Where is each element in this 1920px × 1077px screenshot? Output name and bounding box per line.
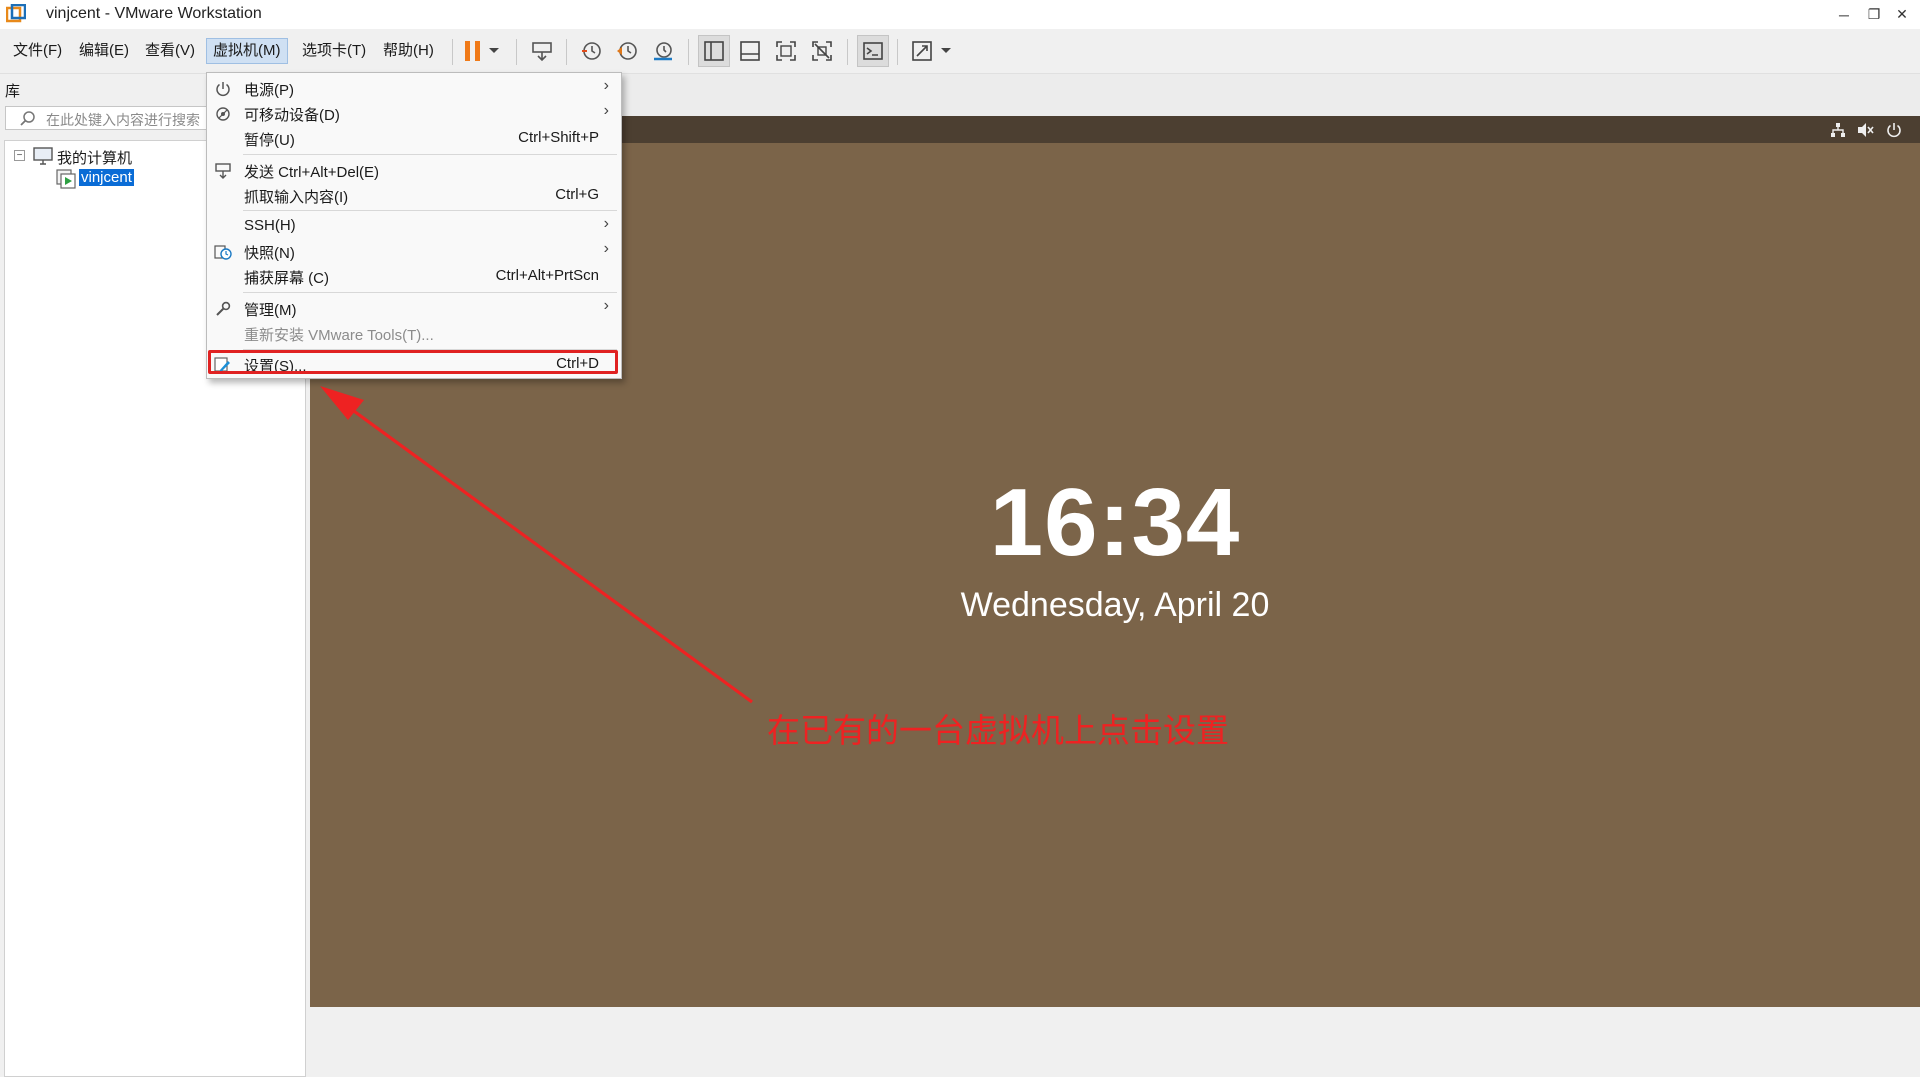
toolbar-separator: [897, 39, 898, 65]
menu-bar: 文件(F) 编辑(E) 查看(V) 虚拟机(M) 选项卡(T) 帮助(H): [0, 29, 1920, 74]
wrench-icon: [213, 299, 233, 319]
window-title: vinjcent - VMware Workstation: [46, 5, 262, 22]
toolbar-separator: [847, 39, 848, 65]
thumbnail-layout-icon: [740, 41, 760, 61]
toolbar-separator: [516, 39, 517, 65]
fullscreen-icon: [776, 41, 796, 61]
menu-item-reinstall-vmware-tools: 重新安装 VMware Tools(T)...: [207, 321, 621, 346]
send-keys-icon: [213, 161, 233, 181]
menu-item-label: 管理(M): [244, 302, 297, 319]
terminal-icon: [863, 42, 883, 60]
computer-icon: [33, 147, 53, 165]
lock-screen-time: 16:34: [989, 469, 1241, 576]
menu-item-capture-screen[interactable]: 捕获屏幕 (C) Ctrl+Alt+PrtScn: [207, 264, 621, 289]
vm-dropdown-menu: 电源(P) › 可移动设备(D) › 暂停(U) Ctrl+Shift+P 发送…: [206, 72, 622, 379]
menu-separator: [243, 292, 617, 293]
menu-item-label: 快照(N): [244, 245, 295, 262]
menu-item-pause[interactable]: 暂停(U) Ctrl+Shift+P: [207, 126, 621, 151]
menu-edit[interactable]: 编辑(E): [73, 39, 135, 63]
menu-item-removable-devices[interactable]: 可移动设备(D) ›: [207, 101, 621, 126]
menu-item-label: 捕获屏幕 (C): [244, 270, 329, 287]
menu-separator: [243, 210, 617, 211]
menu-item-shortcut: Ctrl+Shift+P: [518, 129, 599, 146]
stretch-icon: [912, 41, 932, 61]
running-vm-icon: [56, 169, 76, 189]
snapshot-manager-icon: [654, 42, 672, 61]
power-icon[interactable]: [1884, 120, 1904, 140]
revert-snapshot-icon: [617, 42, 637, 60]
annotation-text: 在已有的一台虚拟机上点击设置: [767, 712, 1229, 749]
vmware-app-icon: [5, 3, 27, 24]
menu-item-label: 电源(P): [244, 82, 294, 99]
menu-item-shortcut: Ctrl+Alt+PrtScn: [495, 267, 599, 284]
menu-item-manage[interactable]: 管理(M) ›: [207, 296, 621, 321]
volume-muted-icon[interactable]: [1856, 120, 1876, 140]
menu-item-label: 暂停(U): [244, 132, 295, 149]
title-bar: vinjcent - VMware Workstation ─ ❐ ✕: [0, 0, 1920, 29]
toolbar-separator: [688, 39, 689, 65]
send-ctrl-alt-del-button[interactable]: [527, 36, 557, 66]
menu-file[interactable]: 文件(F): [7, 39, 68, 63]
snapshot-manager-button[interactable]: [648, 36, 678, 66]
menu-item-snapshot[interactable]: 快照(N) ›: [207, 239, 621, 264]
tree-item-vm[interactable]: vinjcent: [79, 169, 134, 186]
menu-view[interactable]: 查看(V): [139, 39, 201, 63]
pause-dropdown-button[interactable]: [484, 36, 504, 66]
unity-icon: [812, 41, 832, 61]
show-thumbnail-bar-button[interactable]: [735, 36, 765, 66]
chevron-down-icon: [941, 48, 951, 53]
network-icon[interactable]: [1828, 120, 1848, 140]
search-placeholder: 在此处键入内容进行搜索: [46, 112, 200, 128]
menu-item-ssh[interactable]: SSH(H) ›: [207, 214, 621, 239]
library-label: 库: [5, 83, 21, 100]
power-icon: [213, 79, 233, 99]
revert-snapshot-button[interactable]: [612, 36, 642, 66]
menu-item-label: 可移动设备(D): [244, 107, 340, 124]
menu-item-grab-input[interactable]: 抓取输入内容(I) Ctrl+G: [207, 183, 621, 208]
close-button[interactable]: ✕: [1880, 0, 1920, 29]
menu-item-send-ctrl-alt-del[interactable]: 发送 Ctrl+Alt+Del(E): [207, 158, 621, 183]
send-keys-icon: [532, 42, 552, 62]
pause-icon: [465, 41, 480, 61]
menu-item-power[interactable]: 电源(P) ›: [207, 76, 621, 101]
menu-separator: [243, 154, 617, 155]
tree-collapse-toggle[interactable]: −: [14, 150, 25, 161]
toolbar-separator: [566, 39, 567, 65]
menu-tabs[interactable]: 选项卡(T): [296, 39, 372, 63]
menu-item-label: 发送 Ctrl+Alt+Del(E): [244, 164, 380, 181]
show-library-button[interactable]: [698, 35, 730, 67]
menu-item-label: 重新安装 VMware Tools(T)...: [244, 327, 434, 344]
submenu-arrow-icon: ›: [603, 215, 609, 232]
chevron-down-icon: [489, 48, 499, 53]
menu-help[interactable]: 帮助(H): [377, 39, 440, 63]
stretch-dropdown-button[interactable]: [936, 36, 956, 66]
take-snapshot-button[interactable]: [576, 36, 606, 66]
menu-item-label: 抓取输入内容(I): [244, 189, 349, 206]
submenu-arrow-icon: ›: [603, 77, 609, 94]
menu-item-label: SSH(H): [244, 217, 296, 234]
toolbar-separator: [452, 39, 453, 65]
tree-item-my-computer[interactable]: 我的计算机: [57, 147, 132, 168]
snapshot-clock-icon: [582, 42, 601, 60]
menu-vm[interactable]: 虚拟机(M): [206, 38, 288, 64]
library-layout-icon: [704, 41, 724, 61]
lock-screen-date: Wednesday, April 20: [960, 586, 1270, 624]
submenu-arrow-icon: ›: [603, 102, 609, 119]
snapshot-icon: [213, 242, 233, 262]
submenu-arrow-icon: ›: [603, 240, 609, 257]
unity-button[interactable]: [807, 36, 837, 66]
removable-device-icon: [213, 104, 233, 124]
console-view-button[interactable]: [857, 35, 889, 67]
settings-highlight-box: [208, 350, 618, 374]
stretch-guest-button[interactable]: [907, 36, 937, 66]
submenu-arrow-icon: ›: [603, 297, 609, 314]
full-screen-button[interactable]: [771, 36, 801, 66]
menu-item-shortcut: Ctrl+G: [555, 186, 599, 203]
search-icon: [20, 111, 35, 126]
